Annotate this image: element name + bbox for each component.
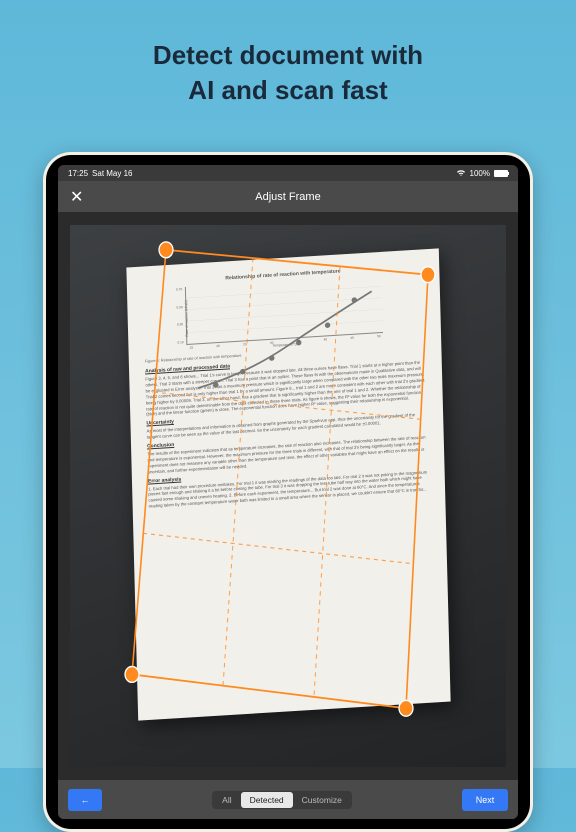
battery-icon [494, 170, 508, 177]
nav-bar: ✕ Adjust Frame [58, 181, 518, 213]
next-button[interactable]: Next [462, 789, 508, 811]
segment-detected[interactable]: Detected [241, 792, 293, 808]
battery-percent: 100% [470, 169, 490, 178]
status-bar: 17:25 Sat May 16 100% [58, 165, 518, 181]
segment-all[interactable]: All [213, 792, 240, 808]
document-chart: Rate of reaction (kPa/s) 0.700.500.300.1… [185, 275, 383, 345]
scan-viewport[interactable]: Relationship of rate of reaction with te… [58, 213, 518, 779]
wifi-icon [456, 169, 466, 177]
arrow-left-icon: ← [81, 795, 90, 805]
promo-headline: Detect document with AI and scan fast [0, 0, 576, 128]
close-button[interactable]: ✕ [70, 187, 83, 207]
scanned-document: Relationship of rate of reaction with te… [126, 249, 450, 721]
page-title: Adjust Frame [255, 191, 320, 203]
bottom-toolbar: ← All Detected Customize Next [58, 779, 518, 819]
headline-line2: AI and scan fast [188, 75, 387, 105]
detection-mode-segment: All Detected Customize [212, 791, 352, 809]
device-screen: 17:25 Sat May 16 100% ✕ Adjust Frame Rel… [58, 165, 518, 819]
back-button[interactable]: ← [68, 789, 102, 811]
headline-line1: Detect document with [153, 40, 423, 70]
segment-customize[interactable]: Customize [293, 792, 351, 808]
status-date: Sat May 16 [92, 169, 132, 178]
status-time: 17:25 [68, 169, 88, 178]
tablet-frame: 17:25 Sat May 16 100% ✕ Adjust Frame Rel… [43, 152, 533, 832]
